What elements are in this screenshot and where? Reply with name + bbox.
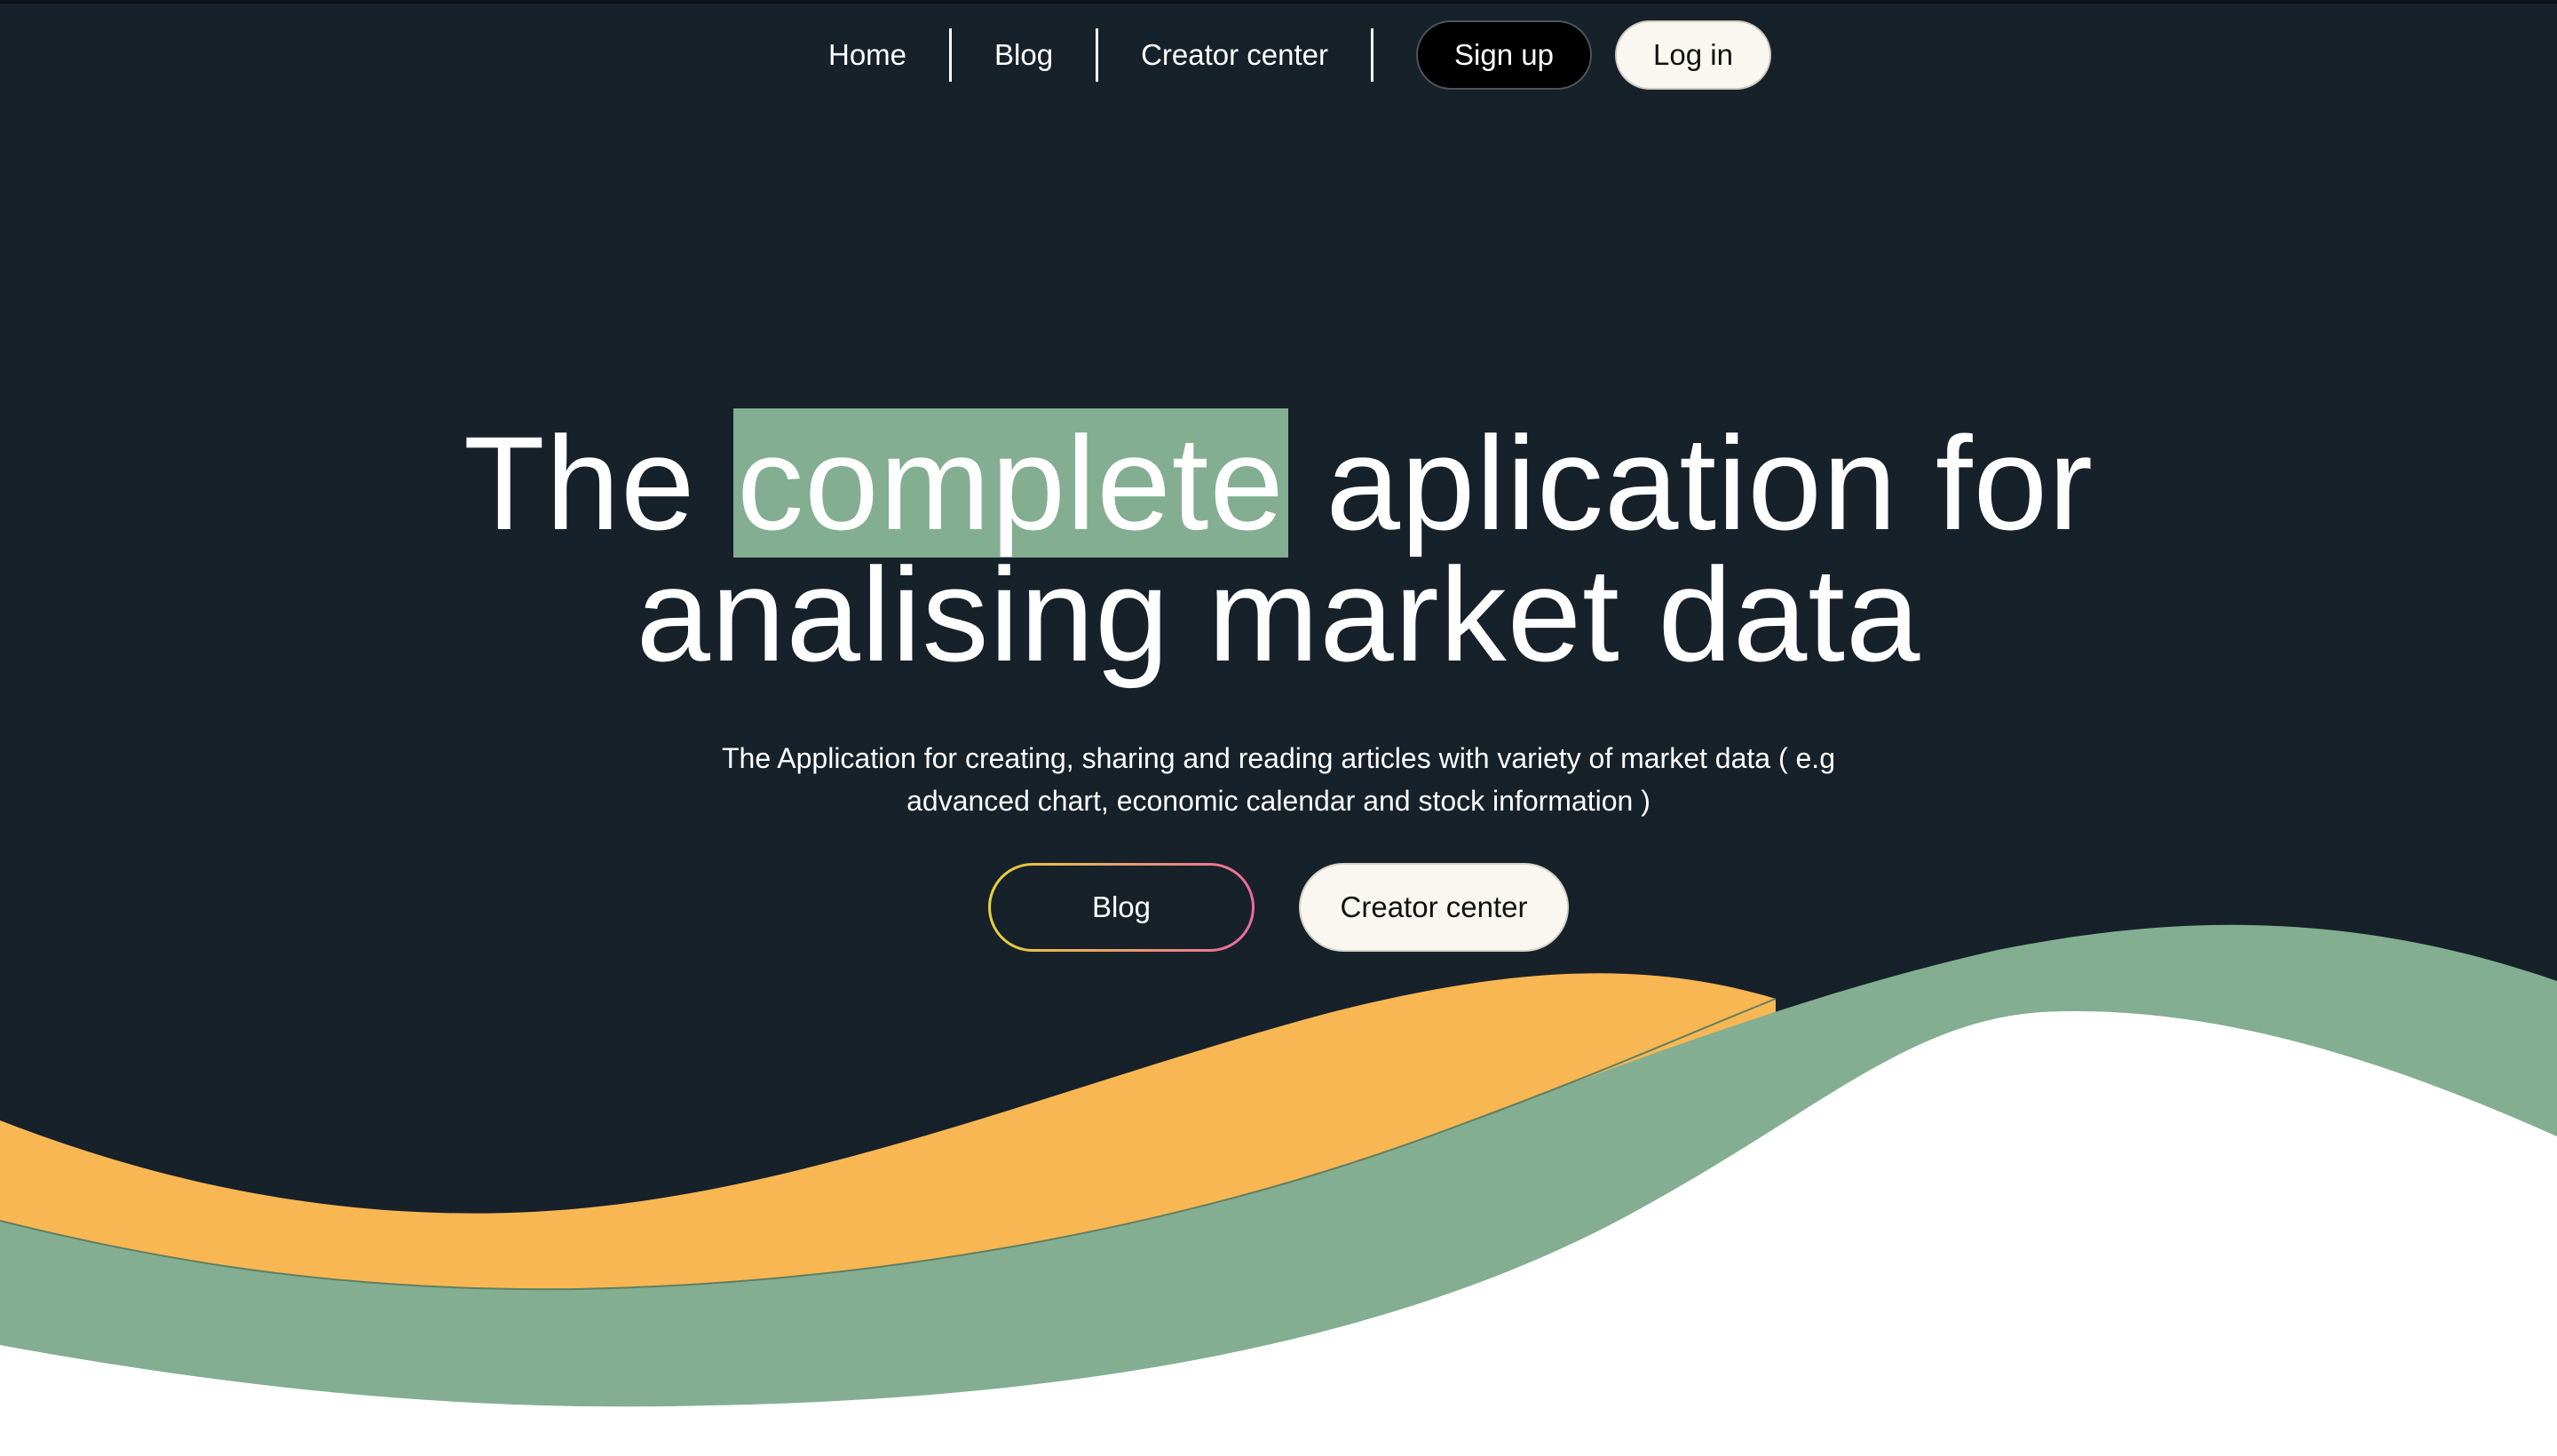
hero-cta-row: Blog Creator center	[0, 863, 2557, 952]
nav-link-home[interactable]: Home	[786, 29, 949, 81]
sign-up-button[interactable]: Sign up	[1416, 20, 1593, 90]
top-nav: Home Blog Creator center Sign up Log in	[0, 20, 2557, 91]
creator-center-cta-button[interactable]: Creator center	[1299, 863, 1569, 952]
hero-title-prefix: The	[463, 408, 734, 558]
log-in-button[interactable]: Log in	[1615, 20, 1772, 90]
hero-subtitle: The Application for creating, sharing an…	[722, 742, 1835, 817]
hero-title: The complete aplication for analising mar…	[0, 408, 2557, 681]
hero-title-line1-end: aplication for	[1287, 408, 2094, 558]
nav-link-creator-center[interactable]: Creator center	[1098, 29, 1371, 81]
nav-divider	[1371, 28, 1374, 82]
blog-cta-button[interactable]: Blog	[988, 863, 1255, 952]
blog-cta-label: Blog	[991, 866, 1252, 949]
nav-link-blog[interactable]: Blog	[952, 29, 1096, 81]
nav-links: Home Blog Creator center	[786, 28, 1374, 82]
landing-page: Home Blog Creator center Sign up Log in …	[0, 0, 2557, 1456]
decorative-waves	[0, 924, 2557, 1456]
hero-title-highlight: complete	[733, 408, 1288, 558]
hero-title-line2: analising market data	[636, 540, 1921, 689]
auth-buttons: Sign up Log in	[1416, 20, 1772, 90]
